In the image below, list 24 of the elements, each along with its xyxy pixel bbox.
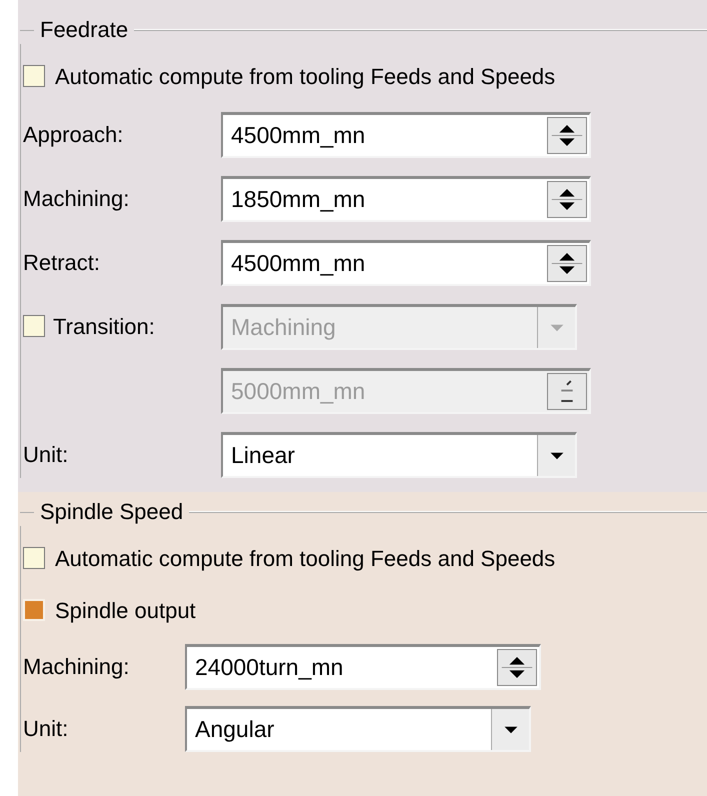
checkbox-label: Automatic compute from tooling Feeds and Speeds — [55, 544, 556, 573]
checkbox[interactable] — [23, 547, 45, 569]
checkbox-label: Spindle output — [55, 596, 196, 625]
dropdown[interactable]: Angular — [185, 706, 531, 752]
group-title: Spindle Speed — [39, 498, 184, 526]
spin-arrows-icon[interactable] — [497, 649, 537, 686]
field-label: Retract: — [23, 248, 100, 276]
checkbox-label: Automatic compute from tooling Feeds and Speeds — [55, 62, 556, 91]
spin-field[interactable]: 4500mm_mn — [221, 112, 591, 158]
dropdown[interactable]: Linear — [221, 432, 577, 478]
spin-arrows-icon[interactable] — [547, 117, 587, 154]
field-label: Unit: — [23, 714, 68, 742]
field-label: Unit: — [23, 440, 68, 468]
spin-field[interactable]: 24000turn_mn — [185, 644, 541, 690]
field-label: Approach: — [23, 120, 124, 149]
spin-field[interactable]: 4500mm_mn — [221, 240, 591, 286]
spin-field[interactable]: 1850mm_mn — [221, 176, 591, 222]
field-label: Transition: — [53, 312, 155, 340]
field-label: Machining: — [23, 184, 130, 213]
checkbox[interactable] — [23, 65, 45, 87]
field-label: Machining: — [23, 652, 130, 681]
group-title: Feedrate — [39, 16, 130, 44]
spin-arrows-icon[interactable] — [547, 181, 587, 218]
spin-arrows-icon[interactable] — [547, 245, 587, 282]
